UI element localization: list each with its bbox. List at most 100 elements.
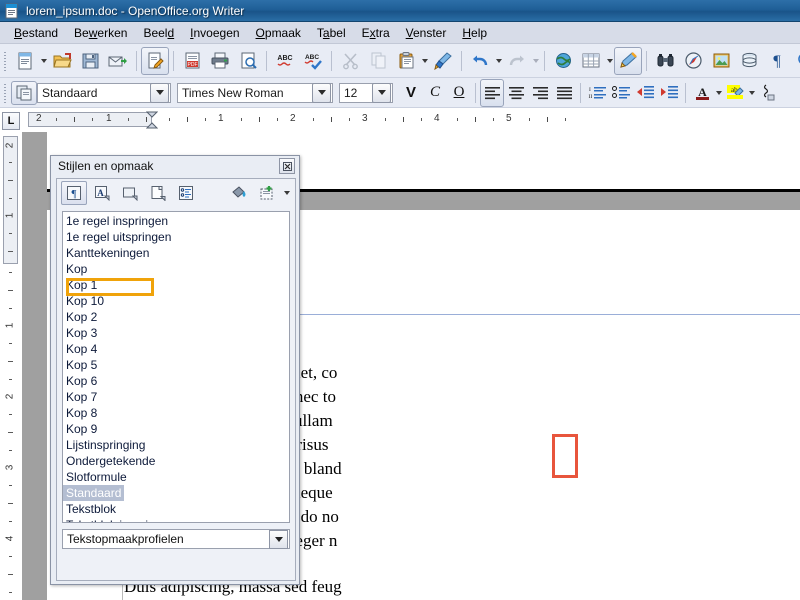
new-document-dropdown-icon[interactable] <box>39 50 48 72</box>
highlighting-color-dropdown-icon[interactable] <box>747 82 756 104</box>
toolbar-grip[interactable] <box>2 81 9 104</box>
list-item[interactable]: Kop 3 <box>63 325 289 341</box>
cut-scissors-icon[interactable] <box>336 47 364 75</box>
styles-list[interactable]: 1e regel inspringen 1e regel uitspringen… <box>62 211 290 523</box>
style-filter-combo[interactable]: Tekstopmaakprofielen <box>62 529 290 549</box>
font-size-combo[interactable]: 12 <box>339 82 393 103</box>
list-item[interactable]: Kop 5 <box>63 357 289 373</box>
align-center-icon[interactable] <box>504 79 528 107</box>
styles-and-formatting-window[interactable]: Stijlen en opmaak ¶ A 1e regel inspringe… <box>50 155 300 585</box>
list-item[interactable]: Kop 2 <box>63 309 289 325</box>
indent-marker-icon[interactable] <box>145 111 159 129</box>
align-left-icon[interactable] <box>480 78 504 107</box>
italic-button[interactable]: C <box>423 81 447 105</box>
new-style-from-selection-icon[interactable] <box>254 181 280 205</box>
menu-venster[interactable]: Venster <box>398 24 455 42</box>
list-item-selected[interactable]: Standaard <box>63 485 289 501</box>
send-email-icon[interactable] <box>104 47 132 75</box>
new-document-icon[interactable] <box>11 47 39 75</box>
horizontal-ruler[interactable]: 2 1 1 2 3 4 5 <box>22 110 800 133</box>
tab-stop-selector[interactable]: L <box>0 110 22 132</box>
style-filter-dropdown-icon[interactable] <box>269 529 288 549</box>
menu-help[interactable]: Help <box>454 24 495 42</box>
autospellcheck-icon[interactable]: ABC <box>299 47 327 75</box>
export-pdf-icon[interactable]: PDF <box>178 47 206 75</box>
list-item[interactable]: Ondergetekende <box>63 453 289 469</box>
menu-beeld[interactable]: Beeld <box>135 24 182 42</box>
list-item[interactable]: Tekstblok <box>63 501 289 517</box>
toolbar-grip[interactable] <box>2 49 9 72</box>
paste-dropdown-icon[interactable] <box>420 50 429 72</box>
redo-icon[interactable] <box>503 47 531 75</box>
new-style-dropdown-icon[interactable] <box>282 185 291 201</box>
bulleted-list-icon[interactable] <box>609 79 633 107</box>
menu-bestand[interactable]: Bestand <box>6 24 66 42</box>
list-item[interactable]: Kop 4 <box>63 341 289 357</box>
list-item[interactable]: Kop <box>63 261 289 277</box>
list-item[interactable]: Slotformule <box>63 469 289 485</box>
font-size-dropdown-icon[interactable] <box>372 82 391 103</box>
highlighting-color-icon[interactable]: ab <box>723 79 747 107</box>
insert-table-dropdown-icon[interactable] <box>605 50 614 72</box>
paste-clipboard-icon[interactable] <box>392 47 420 75</box>
font-name-combo[interactable]: Times New Roman <box>177 82 333 103</box>
list-item[interactable]: Kop 7 <box>63 389 289 405</box>
save-floppy-icon[interactable] <box>76 47 104 75</box>
paragraph-style-dropdown-icon[interactable] <box>150 82 169 103</box>
menu-extra[interactable]: Extra <box>354 24 398 42</box>
draw-functions-pencil-icon[interactable] <box>614 46 642 75</box>
redo-dropdown-icon[interactable] <box>531 50 540 72</box>
list-item[interactable]: Tekstblok inspringen <box>63 517 289 522</box>
character-styles-icon[interactable]: A <box>89 181 115 205</box>
spellcheck-abc-icon[interactable]: ABC <box>271 47 299 75</box>
fill-format-mode-icon[interactable] <box>226 181 252 205</box>
menu-invoegen[interactable]: Invoegen <box>182 24 247 42</box>
edit-file-pencil-icon[interactable] <box>141 46 169 75</box>
bold-button[interactable]: V <box>399 81 423 105</box>
undo-icon[interactable] <box>466 47 494 75</box>
list-item[interactable]: Kop 9 <box>63 421 289 437</box>
decrease-indent-icon[interactable] <box>633 79 657 107</box>
list-item[interactable]: Kop 8 <box>63 405 289 421</box>
list-item[interactable]: 1e regel uitspringen <box>63 229 289 245</box>
align-right-icon[interactable] <box>528 79 552 107</box>
list-item[interactable]: Lijstinspringing <box>63 437 289 453</box>
list-item[interactable]: Kop 6 <box>63 373 289 389</box>
menu-opmaak[interactable]: Opmaak <box>248 24 309 42</box>
font-color-dropdown-icon[interactable] <box>714 82 723 104</box>
styles-window-titlebar[interactable]: Stijlen en opmaak <box>51 156 299 176</box>
close-icon[interactable] <box>279 158 295 174</box>
formatting-marks-pilcrow-icon[interactable]: ¶ <box>763 47 791 75</box>
list-item[interactable]: Kanttekeningen <box>63 245 289 261</box>
background-color-icon[interactable] <box>756 79 780 107</box>
zoom-magnifier-icon[interactable] <box>791 47 800 75</box>
list-styles-icon[interactable] <box>173 181 199 205</box>
frame-styles-icon[interactable] <box>117 181 143 205</box>
page-styles-icon[interactable] <box>145 181 171 205</box>
menu-tabel[interactable]: Tabel <box>309 24 354 42</box>
hyperlink-globe-icon[interactable] <box>549 47 577 75</box>
find-replace-binoculars-icon[interactable] <box>651 47 679 75</box>
underline-button[interactable]: O <box>447 81 471 105</box>
vertical-ruler[interactable]: 2 1 1 2 3 4 <box>0 132 22 600</box>
paragraph-styles-icon[interactable]: ¶ <box>61 181 87 205</box>
data-sources-icon[interactable] <box>735 47 763 75</box>
insert-table-icon[interactable] <box>577 47 605 75</box>
undo-dropdown-icon[interactable] <box>494 50 503 72</box>
align-justify-icon[interactable] <box>552 79 576 107</box>
navigator-compass-icon[interactable] <box>679 47 707 75</box>
open-folder-icon[interactable] <box>48 47 76 75</box>
apply-style-icon[interactable] <box>11 80 37 105</box>
list-item[interactable]: 1e regel inspringen <box>63 213 289 229</box>
paragraph-style-combo[interactable]: Standaard <box>37 82 171 103</box>
insert-image-icon[interactable] <box>707 47 735 75</box>
clone-formatting-brush-icon[interactable] <box>429 47 457 75</box>
menu-bewerken[interactable]: Bewerken <box>66 24 135 42</box>
font-color-icon[interactable]: A <box>690 79 714 107</box>
copy-icon[interactable] <box>364 47 392 75</box>
print-preview-icon[interactable] <box>234 47 262 75</box>
font-name-dropdown-icon[interactable] <box>312 82 331 103</box>
increase-indent-icon[interactable] <box>657 79 681 107</box>
numbered-list-icon[interactable]: I II <box>585 79 609 107</box>
print-icon[interactable] <box>206 47 234 75</box>
